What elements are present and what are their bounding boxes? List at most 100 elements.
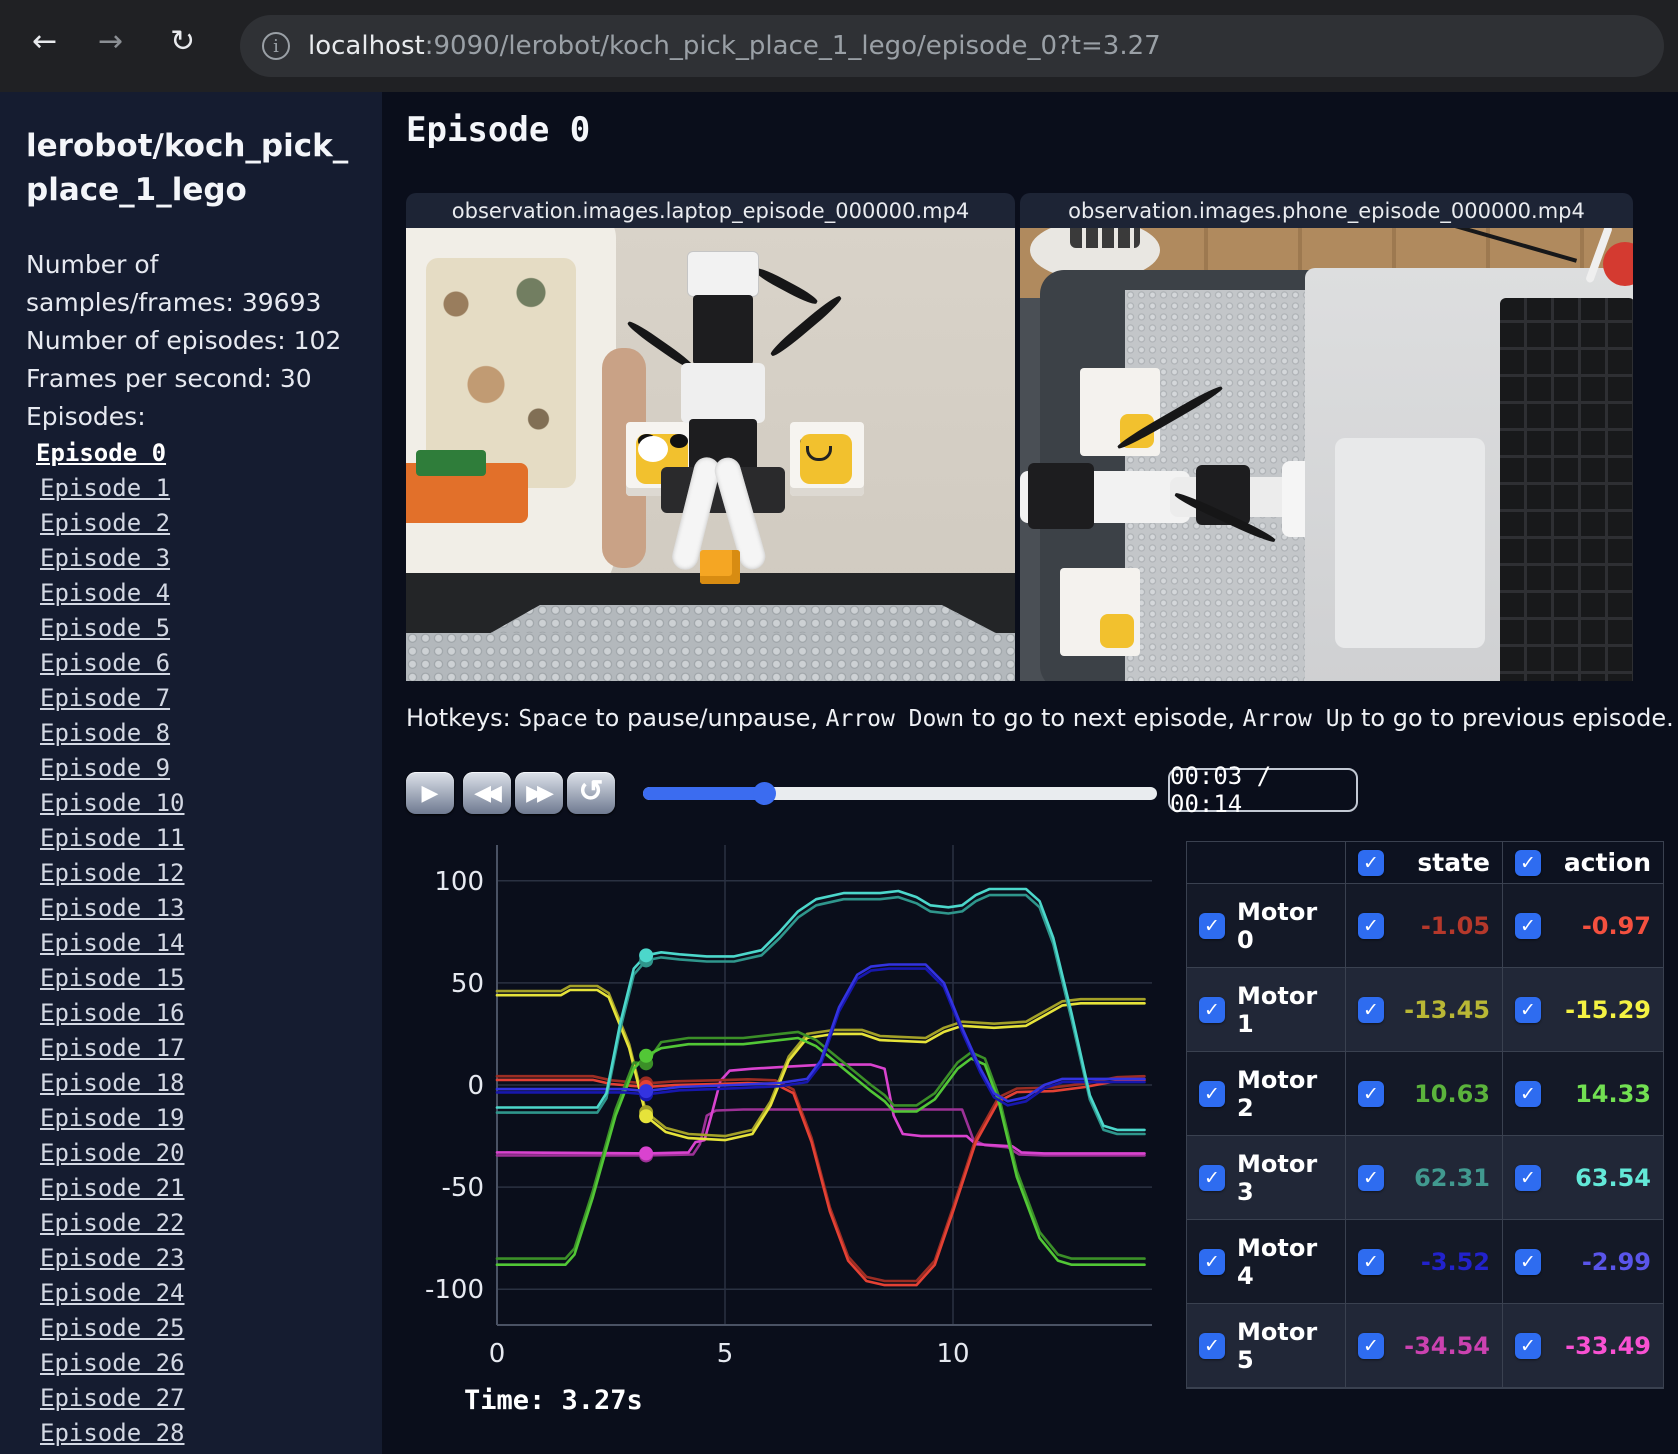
checkbox[interactable]: ✓ [1358,849,1384,876]
checkbox[interactable]: ✓ [1199,912,1225,939]
episode-link[interactable]: Episode 16 [26,996,356,1031]
motor-state-cell: ✓ -1.05 [1346,884,1503,968]
motor-action-value: 63.54 [1575,1163,1651,1192]
episode-link[interactable]: Episode 3 [26,541,356,576]
motor-action-cell: ✓ -33.49 [1503,1304,1663,1388]
robot-arm-top-view [1020,383,1360,553]
motor-action-cell: ✓ 14.33 [1503,1052,1663,1136]
episode-link[interactable]: Episode 22 [26,1206,356,1241]
motor-action-value: 14.33 [1575,1079,1651,1108]
main-content: Episode 0 observation.images.laptop_epis… [382,92,1678,1454]
episode-link[interactable]: Episode 9 [26,751,356,786]
episode-link[interactable]: Episode 11 [26,821,356,856]
column-header-state: ✓ state [1346,842,1503,884]
laptop-trackpad [1335,438,1485,648]
motor-action-cell: ✓ -0.97 [1503,884,1663,968]
motor-row-label: ✓ Motor 5 [1187,1304,1346,1388]
ytick-label: 100 [434,867,484,897]
episode-link[interactable]: Episode 25 [26,1311,356,1346]
episode-link[interactable]: Episode 26 [26,1346,356,1381]
checkbox[interactable]: ✓ [1515,996,1541,1023]
episode-link[interactable]: Episode 10 [26,786,356,821]
checkbox[interactable]: ✓ [1199,1248,1225,1275]
checkbox[interactable]: ✓ [1515,1248,1541,1275]
episode-link[interactable]: Episode 6 [26,646,356,681]
episode-link[interactable]: Episode 20 [26,1136,356,1171]
motor-label: Motor 0 [1237,897,1318,954]
episode-link[interactable]: Episode 17 [26,1031,356,1066]
motor-state-value: 10.63 [1414,1079,1490,1108]
motor-row-label: ✓ Motor 0 [1187,884,1346,968]
episode-link[interactable]: Episode 13 [26,891,356,926]
lego-baseplate-front [406,633,1015,681]
episode-link[interactable]: Episode 28 [26,1416,356,1451]
table-corner-cell [1187,842,1346,884]
episode-link[interactable]: Episode 1 [26,471,356,506]
checkbox[interactable]: ✓ [1515,912,1541,939]
episode-link[interactable]: Episode 7 [26,681,356,716]
forward-icon[interactable]: → [98,24,123,59]
checkbox[interactable]: ✓ [1358,1248,1384,1275]
current-time-marker [639,1048,654,1063]
checkbox[interactable]: ✓ [1358,1332,1384,1359]
episode-link[interactable]: Episode 5 [26,611,356,646]
motor-state-cell: ✓ -34.54 [1346,1304,1503,1388]
episodes-label: Episodes: [26,402,146,431]
motor-row-label: ✓ Motor 4 [1187,1220,1346,1304]
episode-link[interactable]: Episode 18 [26,1066,356,1101]
checkbox[interactable]: ✓ [1358,1164,1384,1191]
checkbox[interactable]: ✓ [1358,1080,1384,1107]
stat-line: Number of [26,250,159,279]
episode-link[interactable]: Episode 0 [26,436,356,471]
episode-link[interactable]: Episode 23 [26,1241,356,1276]
laptop-keyboard [1500,298,1633,681]
back-icon[interactable]: ← [32,24,57,59]
checkbox[interactable]: ✓ [1358,996,1384,1023]
episode-link[interactable]: Episode 27 [26,1381,356,1416]
video-laptop[interactable] [406,228,1015,681]
reload-icon[interactable]: ↻ [170,24,195,59]
episode-link[interactable]: Episode 12 [26,856,356,891]
checkbox[interactable]: ✓ [1199,1164,1225,1191]
episode-link[interactable]: Episode 14 [26,926,356,961]
episode-link[interactable]: Episode 8 [26,716,356,751]
episode-link[interactable]: Episode 21 [26,1171,356,1206]
motor-row-label: ✓ Motor 2 [1187,1052,1346,1136]
chart-canvas: 100 50 0 -50 -100 0 5 10 [425,845,1152,1369]
xtick-label: 10 [936,1339,969,1369]
checkbox[interactable]: ✓ [1515,1332,1541,1359]
robot-link [681,363,765,423]
robot-servo-upper [693,295,753,365]
hotkeys-help: Hotkeys: Space to pause/unpause, Arrow D… [406,704,1674,732]
episode-link[interactable]: Episode 19 [26,1101,356,1136]
episode-link[interactable]: Episode 4 [26,576,356,611]
url-path: :9090/lerobot/koch_pick_place_1_lego/epi… [424,31,1161,61]
motor-table: ✓ state ✓ action ✓ Motor 0 ✓ -1.05 ✓ -0.97 ✓ Motor … [1186,841,1664,1389]
current-time-marker [639,1084,654,1099]
column-header-label: action [1563,848,1651,877]
address-bar[interactable]: i localhost:9090/lerobot/koch_pick_place… [240,15,1664,77]
ytick-label: 0 [467,1071,484,1101]
episode-link[interactable]: Episode 2 [26,506,356,541]
url-text[interactable]: localhost:9090/lerobot/koch_pick_place_1… [308,31,1161,61]
robot-camera-mount [687,251,759,297]
checkbox[interactable]: ✓ [1199,1332,1225,1359]
site-info-icon[interactable]: i [262,32,290,60]
checkbox[interactable]: ✓ [1199,1080,1225,1107]
checkbox[interactable]: ✓ [1515,849,1541,876]
episode-link[interactable]: Episode 15 [26,961,356,996]
ytick-label: -50 [442,1173,484,1203]
checkbox[interactable]: ✓ [1515,1164,1541,1191]
controller-buttons [1070,228,1140,248]
checkbox[interactable]: ✓ [1358,912,1384,939]
ytick-label: -100 [425,1275,484,1305]
stat-line: Frames per second: 30 [26,364,312,393]
motor-label: Motor 2 [1237,1065,1318,1122]
video-phone[interactable] [1020,228,1633,681]
checkbox[interactable]: ✓ [1199,996,1225,1023]
laptop [1305,268,1633,681]
motor-chart[interactable]: 100 50 0 -50 -100 0 5 10 Time: 3.27s [392,790,1162,1454]
episode-link[interactable]: Episode 24 [26,1276,356,1311]
checkbox[interactable]: ✓ [1515,1080,1541,1107]
motor-state-value: -34.54 [1404,1331,1490,1360]
